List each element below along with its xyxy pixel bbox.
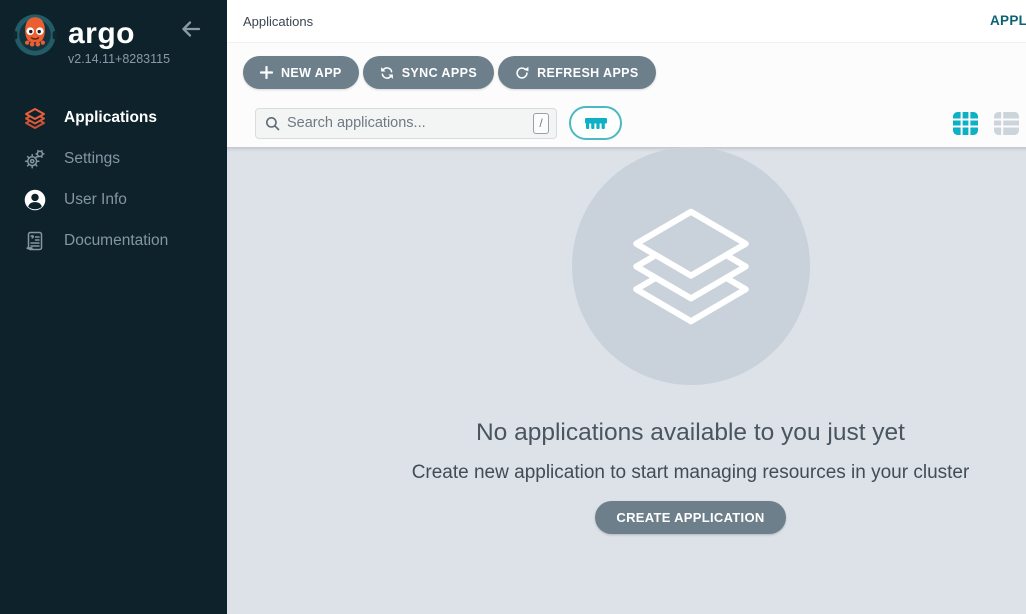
version-label: v2.14.11+8283115 [68, 52, 170, 66]
argo-cd-app: argo v2.14.11+8283115 [0, 0, 1026, 614]
refresh-icon [515, 66, 529, 80]
breadcrumb: Applications [243, 14, 313, 29]
user-icon [22, 187, 47, 212]
view-switcher [952, 110, 1020, 137]
grid-view-icon[interactable] [952, 110, 979, 137]
search-shortcut-badge: / [533, 113, 549, 134]
sidebar-nav: Applications Settings [0, 97, 227, 261]
create-application-button[interactable]: CREATE APPLICATION [595, 501, 785, 534]
sync-apps-label: SYNC APPS [402, 66, 477, 80]
empty-state-subtitle: Create new application to start managing… [412, 462, 970, 484]
search-box: / [255, 108, 557, 139]
empty-state-circle [572, 147, 810, 385]
gear-icon [22, 146, 47, 171]
toolbar: NEW APP SYNC APPS REFR [227, 42, 1026, 147]
plus-icon [260, 66, 273, 79]
sidebar-collapse-button[interactable] [179, 17, 203, 41]
topbar: Applications APPLICATIONS [227, 0, 1026, 42]
book-icon [22, 228, 47, 253]
brand-block: argo v2.14.11+8283115 [68, 17, 170, 66]
layers-icon [615, 204, 767, 329]
new-app-button[interactable]: NEW APP [243, 56, 359, 89]
refresh-apps-label: REFRESH APPS [537, 66, 639, 80]
left-arrow-icon [179, 17, 203, 41]
sync-apps-button[interactable]: SYNC APPS [363, 56, 494, 89]
brand-wordmark: argo [68, 17, 170, 50]
filter-row: / [243, 106, 1026, 140]
applications-content: No applications available to you just ye… [227, 147, 1026, 614]
sidebar-item-label: User Info [64, 191, 127, 209]
empty-state: No applications available to you just ye… [412, 147, 970, 614]
sidebar-item-label: Applications [64, 109, 157, 127]
sidebar-item-settings[interactable]: Settings [0, 138, 227, 179]
sidebar-item-label: Documentation [64, 232, 168, 250]
sync-icon [380, 66, 394, 80]
list-view-icon[interactable] [993, 110, 1020, 137]
sidebar-item-user-info[interactable]: User Info [0, 179, 227, 220]
sidebar-item-applications[interactable]: Applications [0, 97, 227, 138]
sidebar: argo v2.14.11+8283115 [0, 0, 227, 614]
favorites-toggle[interactable] [569, 106, 622, 140]
toolbar-buttons: NEW APP SYNC APPS REFR [243, 56, 1026, 89]
tab-applications[interactable]: APPLICATIONS [990, 13, 1026, 28]
sidebar-item-documentation[interactable]: Documentation [0, 220, 227, 261]
comb-toggle-icon [584, 117, 608, 130]
new-app-label: NEW APP [281, 66, 342, 80]
main-area: Applications APPLICATIONS NEW APP [227, 0, 1026, 614]
search-input[interactable] [287, 115, 533, 131]
layers-icon [22, 105, 47, 130]
refresh-apps-button[interactable]: REFRESH APPS [498, 56, 656, 89]
empty-state-title: No applications available to you just ye… [476, 419, 905, 447]
logo-row: argo v2.14.11+8283115 [0, 0, 227, 66]
sidebar-item-label: Settings [64, 150, 120, 168]
search-icon [265, 116, 280, 131]
argo-octopus-logo [12, 12, 58, 58]
